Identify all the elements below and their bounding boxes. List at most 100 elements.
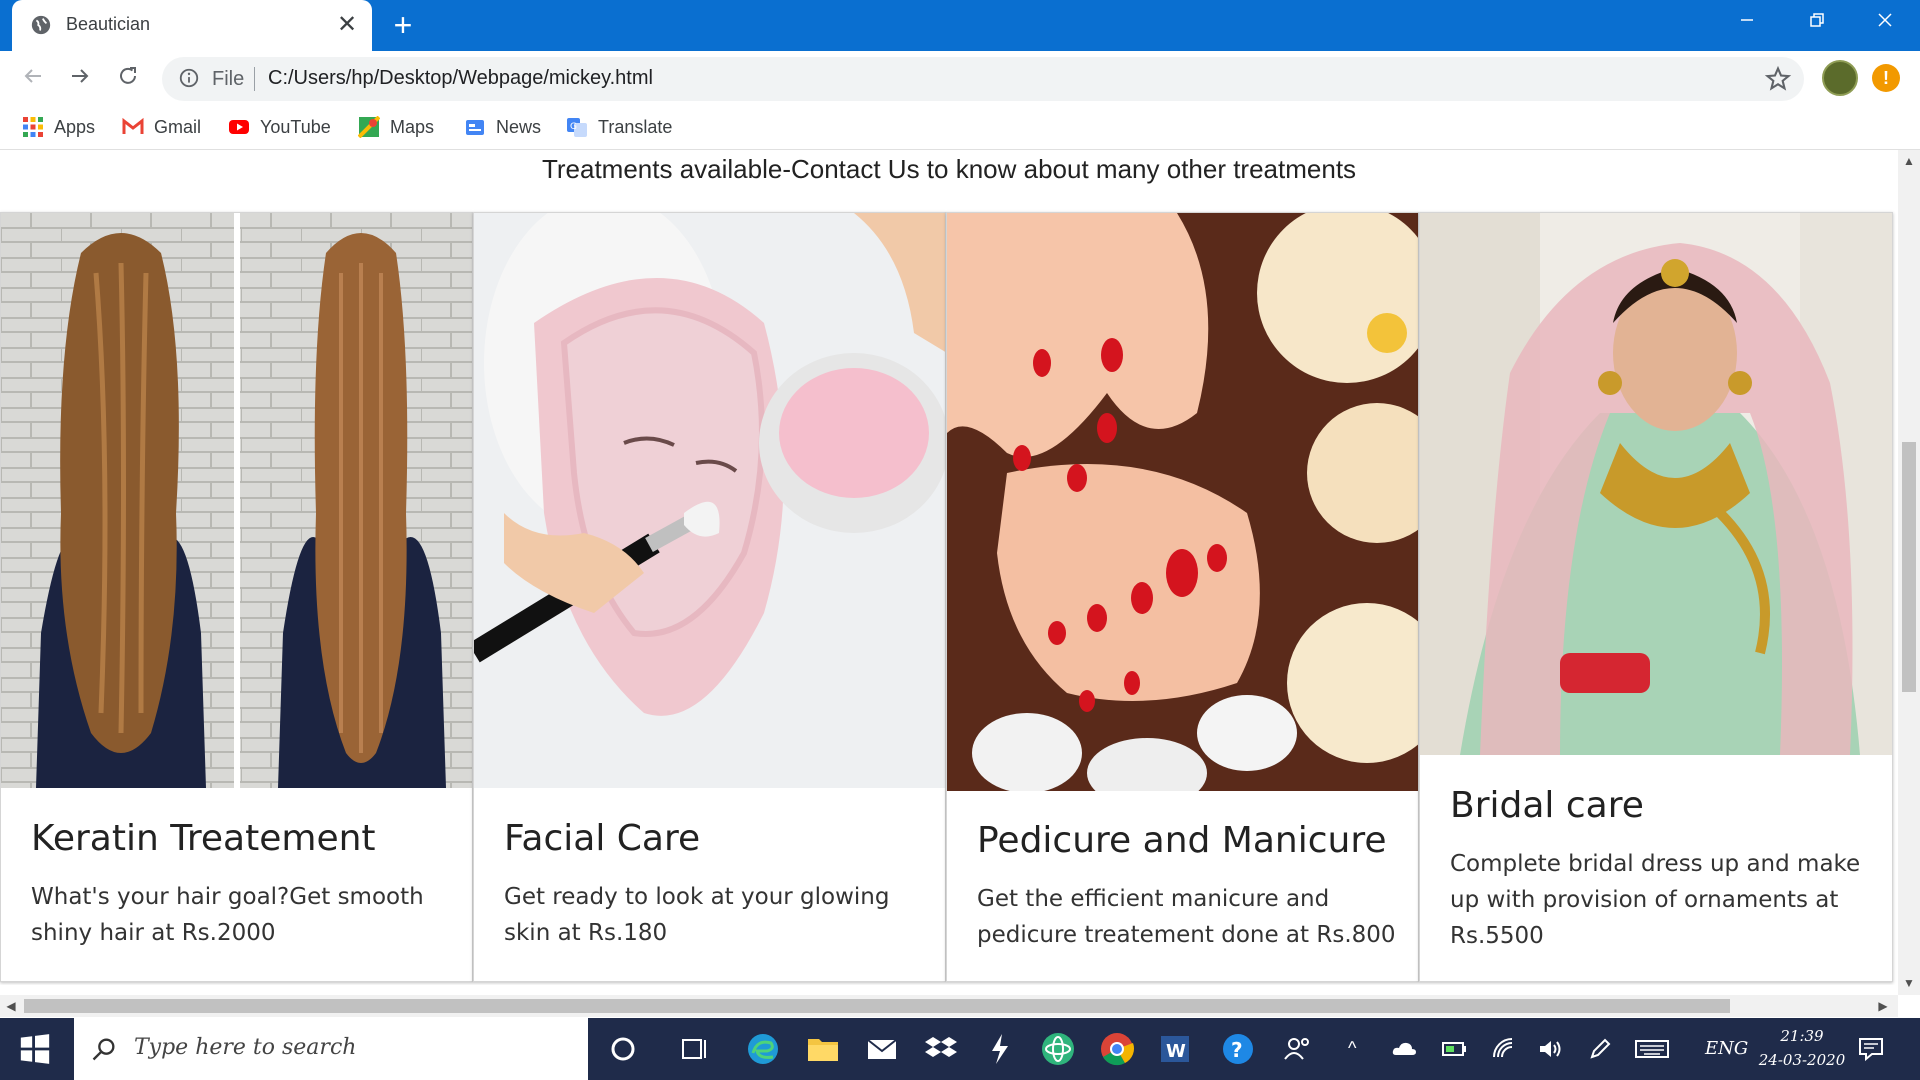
- wifi-icon[interactable]: [1490, 1035, 1518, 1063]
- facial-mask-image: [474, 213, 945, 788]
- scroll-up-icon[interactable]: ▲: [1898, 154, 1920, 168]
- onedrive-icon[interactable]: [1390, 1035, 1418, 1063]
- profile-avatar[interactable]: [1822, 60, 1858, 96]
- bookmark-label: Gmail: [154, 116, 202, 137]
- notifications-icon[interactable]: [1856, 1034, 1886, 1064]
- youtube-icon: [229, 120, 249, 134]
- new-tab-button[interactable]: +: [386, 8, 420, 42]
- language-indicator[interactable]: ENG: [1705, 1038, 1748, 1059]
- restore-button[interactable]: [1782, 0, 1852, 44]
- forward-arrow-icon: [72, 69, 89, 83]
- news-icon: [466, 120, 484, 135]
- card-text: Complete bridal dress up and make up wit…: [1450, 851, 1861, 949]
- help-icon[interactable]: ?: [1220, 1031, 1256, 1067]
- card-facial[interactable]: Facial Care Get ready to look at your gl…: [473, 212, 946, 982]
- browser-toolbar: File C:/Users/hp/Desktop/Webpage/mickey.…: [0, 51, 1920, 105]
- cortana-icon[interactable]: [605, 1031, 641, 1067]
- card-title: Bridal care: [1450, 785, 1644, 826]
- task-view-icon[interactable]: [677, 1031, 713, 1067]
- manicure-pedicure-image: [947, 213, 1418, 791]
- svg-text:G: G: [570, 122, 577, 132]
- bookmark-star-icon[interactable]: [1764, 65, 1792, 93]
- minimize-button[interactable]: [1712, 0, 1782, 44]
- bookmark-youtube[interactable]: YouTube: [228, 115, 331, 139]
- card-title: Facial Care: [504, 818, 701, 859]
- clock-time: 21:39: [1780, 1027, 1824, 1045]
- bookmarks-bar: Apps Gmail YouTube Maps News G Translate: [0, 105, 1920, 150]
- tab-strip: Beautician ✕ +: [0, 0, 1920, 51]
- close-window-button[interactable]: [1850, 0, 1920, 44]
- reload-icon: [120, 67, 136, 84]
- bookmark-label: Apps: [54, 116, 96, 137]
- pen-icon[interactable]: [1586, 1035, 1614, 1063]
- bridal-image: [1420, 213, 1892, 755]
- vertical-scroll-thumb[interactable]: [1902, 442, 1916, 692]
- card-pedicure[interactable]: Pedicure and Manicure Get the efficient …: [946, 212, 1419, 982]
- bookmark-label: Translate: [598, 116, 673, 137]
- taskbar-search-box[interactable]: Type here to search: [74, 1018, 588, 1080]
- scroll-left-icon[interactable]: ◀: [0, 999, 22, 1013]
- bookmark-gmail[interactable]: Gmail: [122, 115, 201, 139]
- scroll-down-icon[interactable]: ▼: [1898, 976, 1920, 990]
- url-divider: [254, 67, 255, 91]
- card-text: Get ready to look at your glowing skin a…: [504, 884, 890, 946]
- file-explorer-icon[interactable]: [805, 1031, 841, 1067]
- clock-date: 24-03-2020: [1758, 1051, 1846, 1069]
- treatment-cards: Keratin Treatement What's your hair goal…: [0, 212, 1893, 982]
- back-arrow-icon: [24, 69, 41, 83]
- vertical-scrollbar[interactable]: ▲ ▼: [1898, 150, 1920, 995]
- keyboard-icon[interactable]: [1634, 1035, 1670, 1063]
- tab-title: Beautician: [66, 14, 151, 34]
- card-bridal[interactable]: Bridal care Complete bridal dress up and…: [1419, 212, 1893, 982]
- lightning-app-icon[interactable]: [982, 1031, 1018, 1067]
- bookmark-label: News: [496, 116, 542, 137]
- card-keratin[interactable]: Keratin Treatement What's your hair goal…: [0, 212, 473, 982]
- volume-icon[interactable]: [1536, 1035, 1564, 1063]
- horizontal-scrollbar[interactable]: ◀ ▶: [0, 995, 1898, 1017]
- horizontal-scroll-thumb[interactable]: [24, 999, 1730, 1013]
- url-text[interactable]: C:/Users/hp/Desktop/Webpage/mickey.html: [268, 67, 653, 90]
- people-icon[interactable]: [1280, 1031, 1316, 1067]
- bookmark-news[interactable]: News: [464, 115, 541, 139]
- close-tab-icon[interactable]: ✕: [332, 10, 362, 40]
- bookmark-apps[interactable]: Apps: [22, 115, 95, 139]
- search-icon: [92, 1038, 115, 1061]
- dropbox-icon[interactable]: [923, 1031, 959, 1067]
- tray-chevron-icon[interactable]: ^: [1348, 1038, 1356, 1059]
- bookmark-maps[interactable]: Maps: [358, 115, 434, 139]
- card-text: What's your hair goal?Get smooth shiny h…: [31, 884, 424, 946]
- atom-app-icon[interactable]: [1040, 1031, 1076, 1067]
- address-bar[interactable]: File C:/Users/hp/Desktop/Webpage/mickey.…: [162, 57, 1804, 101]
- battery-icon[interactable]: [1440, 1035, 1468, 1063]
- chrome-icon[interactable]: [1099, 1031, 1135, 1067]
- close-icon: [1878, 13, 1892, 27]
- windows-start-icon[interactable]: [18, 1032, 52, 1066]
- globe-icon: [31, 15, 51, 35]
- back-button[interactable]: [16, 62, 50, 96]
- browser-tab[interactable]: Beautician ✕: [12, 0, 372, 51]
- info-icon[interactable]: [178, 67, 200, 89]
- mail-icon[interactable]: [864, 1031, 900, 1067]
- translate-icon: G: [567, 118, 587, 137]
- update-badge[interactable]: !: [1872, 64, 1900, 92]
- forward-button[interactable]: [63, 62, 97, 96]
- bookmark-label: Maps: [390, 116, 435, 137]
- windows-taskbar: Type here to search W ? ^ ENG 21:39 24-0…: [0, 1018, 1920, 1080]
- search-placeholder: Type here to search: [134, 1035, 357, 1060]
- page-heading: Treatments available-Contact Us to know …: [541, 154, 1357, 184]
- url-scheme-label: File: [212, 68, 245, 90]
- system-clock[interactable]: 21:39 24-03-2020: [1754, 1024, 1850, 1072]
- word-icon[interactable]: W: [1157, 1031, 1193, 1067]
- page-viewport: Treatments available-Contact Us to know …: [0, 150, 1898, 985]
- bookmark-label: YouTube: [260, 116, 331, 137]
- apps-grid-icon: [23, 117, 43, 137]
- card-title: Pedicure and Manicure: [977, 820, 1387, 861]
- gmail-icon: [122, 117, 144, 134]
- reload-button[interactable]: [111, 62, 145, 96]
- minimize-icon: [1741, 19, 1753, 21]
- bookmark-translate[interactable]: G Translate: [566, 115, 672, 139]
- scroll-right-icon[interactable]: ▶: [1872, 999, 1894, 1013]
- edge-icon[interactable]: [745, 1031, 781, 1067]
- maps-icon: [358, 116, 380, 138]
- restore-icon: [1810, 13, 1824, 27]
